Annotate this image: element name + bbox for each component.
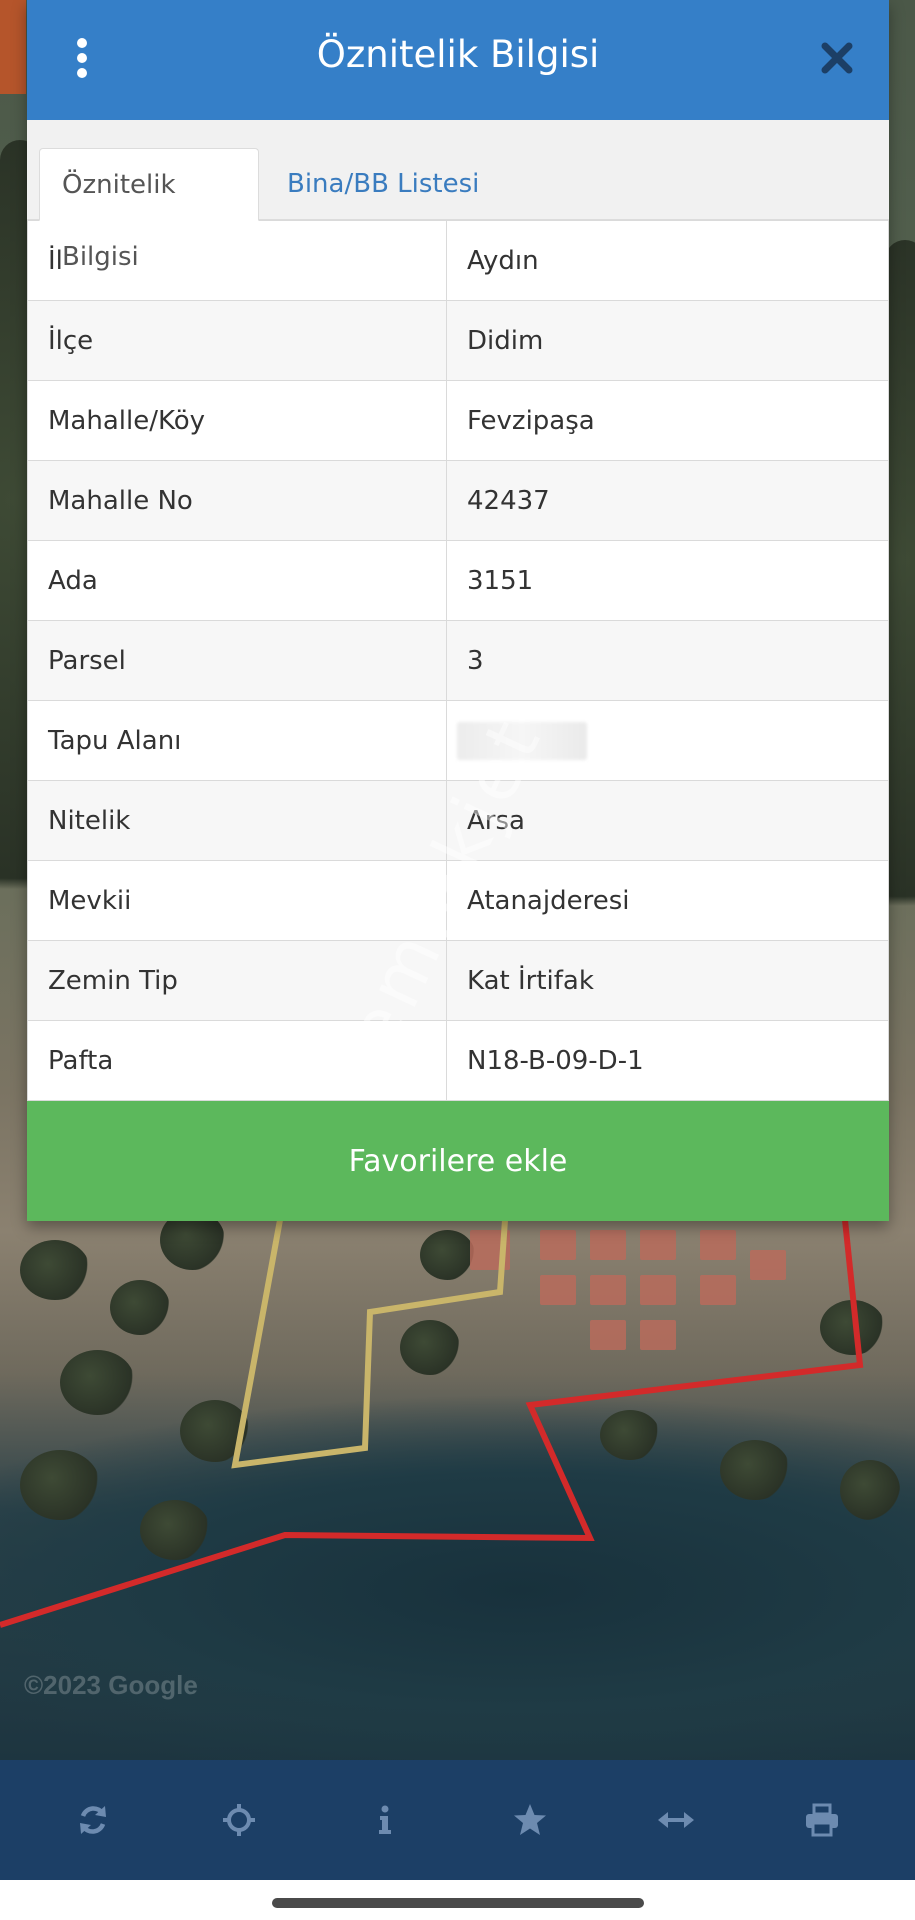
- tab-bar: Öznitelik Bilgisi Bina/BB Listesi: [27, 120, 889, 272]
- star-icon: [514, 1804, 547, 1835]
- table-row: Parsel 3: [27, 620, 889, 701]
- row-value: Atanajderesi: [446, 860, 889, 941]
- close-icon[interactable]: [817, 38, 857, 78]
- locate-button[interactable]: [199, 1780, 279, 1860]
- tab-attribute-info[interactable]: Öznitelik Bilgisi: [39, 148, 259, 272]
- district-boundary-line: [0, 1219, 864, 1628]
- row-value: N18-B-09-D-1: [446, 1020, 889, 1101]
- redacted-value: [457, 721, 587, 760]
- attribute-table: İl Aydın İlçe Didim Mahalle/Köy Fevzipaş…: [27, 220, 889, 1101]
- row-value-redacted: [446, 700, 889, 781]
- row-key: İlçe: [27, 300, 447, 381]
- map-attribution: ©2023 Google: [24, 1670, 198, 1700]
- row-key: Ada: [27, 540, 447, 621]
- table-row: İlçe Didim: [27, 300, 889, 381]
- table-row: Nitelik Arsa: [27, 780, 889, 861]
- dialog-title: Öznitelik Bilgisi: [316, 32, 600, 76]
- table-row: Mahalle No 42437: [27, 460, 889, 541]
- dialog-header: Öznitelik Bilgisi: [27, 0, 889, 120]
- row-value: Fevzipaşa: [446, 380, 889, 461]
- measure-button[interactable]: [636, 1780, 716, 1860]
- row-key: Parsel: [27, 620, 447, 701]
- row-value: 3: [446, 620, 889, 701]
- row-value: Didim: [446, 300, 889, 381]
- crosshair-icon: [222, 1804, 255, 1836]
- system-nav-area: [0, 1880, 915, 1920]
- row-value: Aydın: [446, 220, 889, 301]
- parcel-outline: [231, 1219, 508, 1469]
- print-icon: [806, 1803, 839, 1837]
- table-row: Zemin Tip Kat İrtifak: [27, 940, 889, 1021]
- attribute-dialog: Öznitelik Bilgisi Öznitelik Bilgisi Bina…: [27, 0, 889, 1221]
- row-key: Mevkii: [27, 860, 447, 941]
- more-options-icon[interactable]: [75, 38, 89, 78]
- home-indicator[interactable]: [272, 1898, 644, 1908]
- row-value: Arsa: [446, 780, 889, 861]
- row-key: Nitelik: [27, 780, 447, 861]
- row-key: Zemin Tip: [27, 940, 447, 1021]
- table-row: Pafta N18-B-09-D-1: [27, 1020, 889, 1101]
- measure-icon: [658, 1812, 695, 1828]
- favorites-button[interactable]: [490, 1780, 570, 1860]
- table-row: Mahalle/Köy Fevzipaşa: [27, 380, 889, 461]
- table-row: Mevkii Atanajderesi: [27, 860, 889, 941]
- background-strip: [0, 0, 26, 94]
- table-row: Tapu Alanı: [27, 700, 889, 781]
- info-button[interactable]: [345, 1780, 425, 1860]
- row-key: Mahalle/Köy: [27, 380, 447, 461]
- table-row: İl Aydın: [27, 220, 889, 301]
- add-to-favorites-button[interactable]: Favorilere ekle: [27, 1101, 889, 1221]
- row-key: Pafta: [27, 1020, 447, 1101]
- print-button[interactable]: [782, 1780, 862, 1860]
- refresh-button[interactable]: [53, 1780, 133, 1860]
- row-value: Kat İrtifak: [446, 940, 889, 1021]
- row-key: Mahalle No: [27, 460, 447, 541]
- row-key: Tapu Alanı: [27, 700, 447, 781]
- table-row: Ada 3151: [27, 540, 889, 621]
- bottom-toolbar: [0, 1760, 915, 1880]
- row-value: 42437: [446, 460, 889, 541]
- tab-building-list[interactable]: Bina/BB Listesi: [265, 148, 501, 220]
- row-value: 3151: [446, 540, 889, 621]
- refresh-icon: [79, 1806, 106, 1834]
- info-icon: [378, 1805, 391, 1834]
